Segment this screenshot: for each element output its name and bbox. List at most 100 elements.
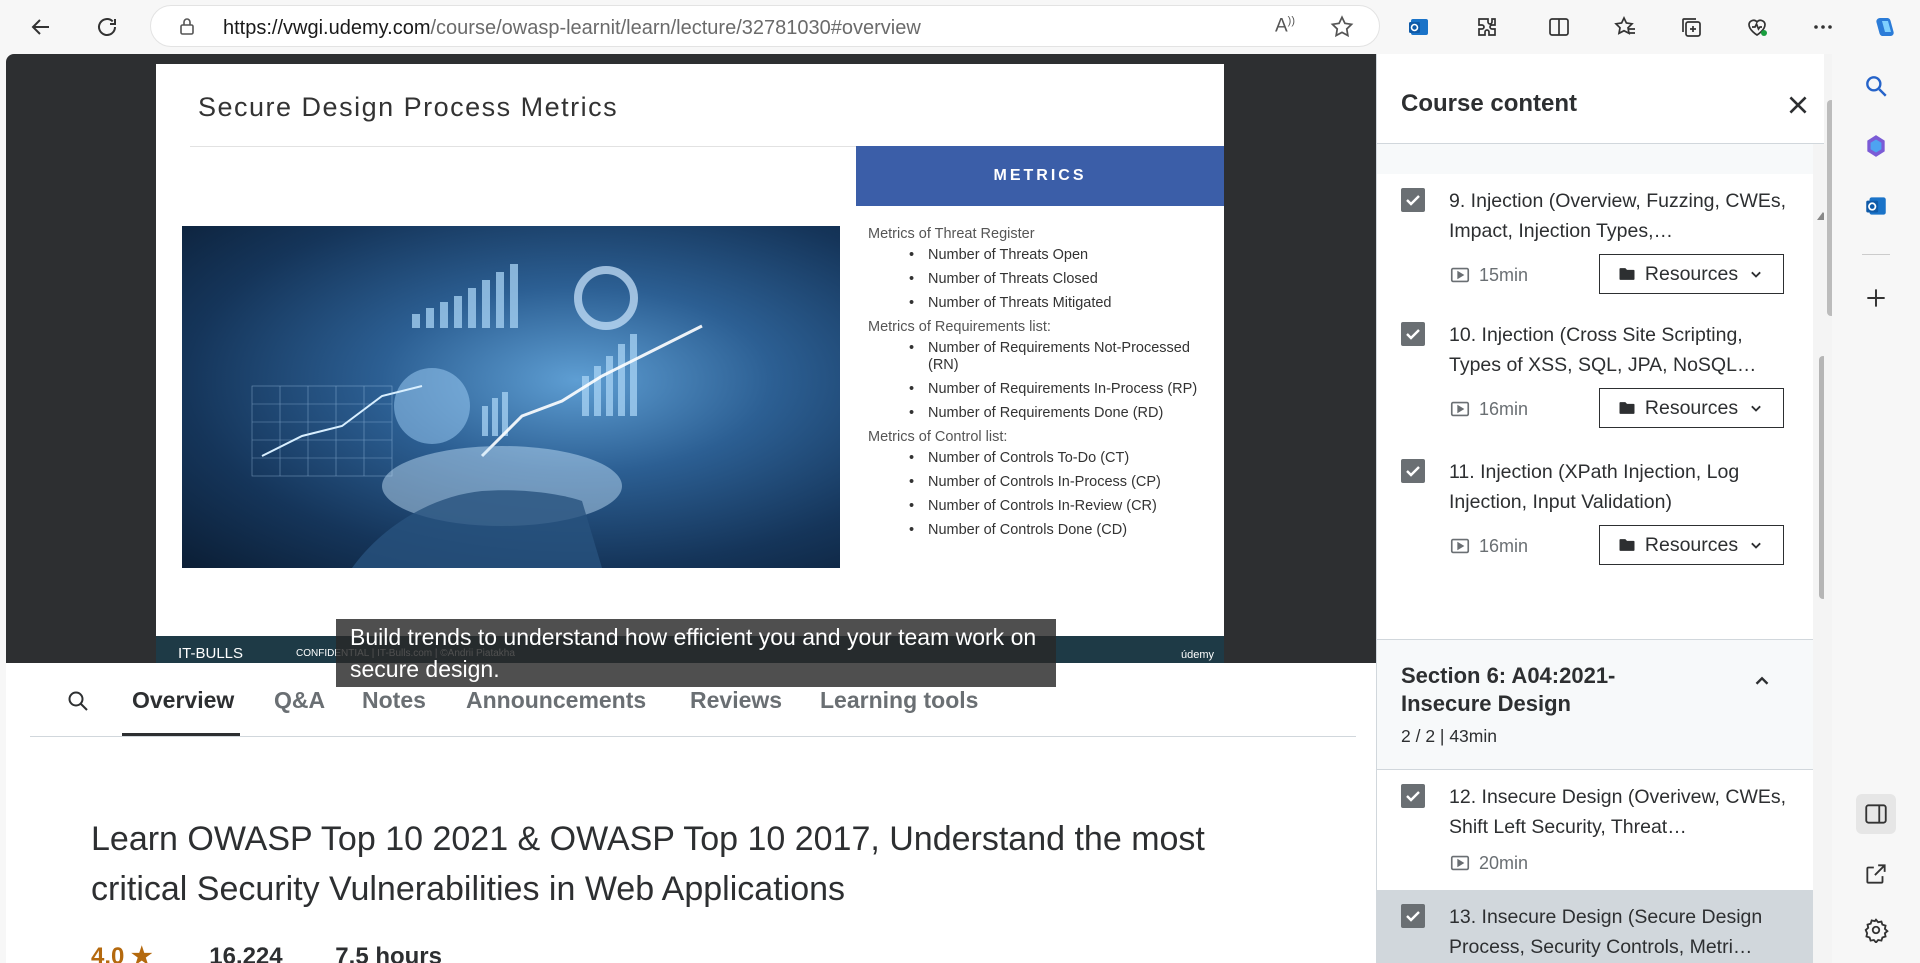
metrics-item: Number of Controls In-Process (CP) <box>909 474 1218 491</box>
current-lecture-item[interactable]: 13. Insecure Design (Secure Design Proce… <box>1377 890 1813 963</box>
lecture-duration: 16min <box>1479 535 1529 556</box>
address-bar[interactable]: https://vwgi.udemy.com/course/owasp-lear… <box>150 5 1380 47</box>
lecture-title[interactable]: 11. Injection (XPath Injection, Log Inje… <box>1449 457 1789 517</box>
sidebar-panel-toggle-icon[interactable] <box>1856 794 1896 834</box>
panel-header: Course content <box>1377 54 1832 144</box>
metrics-item: Number of Controls Done (CD) <box>909 522 1218 539</box>
check-icon <box>1406 329 1420 340</box>
lecture-item[interactable]: 11. Injection (XPath Injection, Log Inje… <box>1377 445 1813 639</box>
outlook-extension-icon[interactable] <box>1400 8 1438 46</box>
metrics-item: Number of Threats Open <box>909 247 1218 264</box>
video-icon <box>1450 401 1470 417</box>
lecture-item[interactable]: 9. Injection (Overview, Fuzzing, CWEs, I… <box>1377 174 1813 308</box>
completed-checkbox[interactable] <box>1401 784 1425 808</box>
tab-qa[interactable]: Q&A <box>274 687 325 714</box>
metrics-item: Number of Controls To-Do (CT) <box>909 450 1218 467</box>
metrics-item: Number of Controls In-Review (CR) <box>909 498 1218 515</box>
course-title: Learn OWASP Top 10 2021 & OWASP Top 10 2… <box>91 820 1205 908</box>
resources-label: Resources <box>1644 396 1739 419</box>
copilot-icon[interactable] <box>1866 8 1904 46</box>
lecture-duration: 16min <box>1479 398 1529 419</box>
tab-announcements[interactable]: Announcements <box>466 687 646 714</box>
slide-footer-udemy-logo: údemy <box>1180 649 1214 661</box>
settings-gear-icon[interactable] <box>1856 910 1896 950</box>
page-scrollbar[interactable] <box>1824 54 1832 963</box>
section-header[interactable]: Section 6: A04:2021-Insecure Design 2 / … <box>1377 639 1813 770</box>
slide-illustration-graphic <box>251 264 703 568</box>
tab-overview[interactable]: Overview <box>132 687 234 714</box>
lecture-item[interactable]: 10. Injection (Cross Site Scripting, Typ… <box>1377 308 1813 445</box>
lecture-title[interactable]: 12. Insecure Design (Overivew, CWEs, Shi… <box>1449 782 1789 842</box>
lecture-title[interactable]: 9. Injection (Overview, Fuzzing, CWEs, I… <box>1449 186 1789 246</box>
folder-icon <box>1619 402 1635 414</box>
sidebar-search-icon[interactable] <box>1856 66 1896 106</box>
tab-reviews[interactable]: Reviews <box>690 687 782 714</box>
metrics-group-title: Metrics of Threat Register <box>868 226 1035 242</box>
video-player[interactable]: Secure Design Process Metrics METRICS Me… <box>6 54 1376 687</box>
lecture-meta: 16min <box>1449 535 1528 557</box>
completed-checkbox[interactable] <box>1401 188 1425 212</box>
course-tabs: Overview Q&A Notes Announcements Reviews… <box>30 663 1356 737</box>
course-stats: 4.0 ★ 16,224 7.5 hours <box>91 942 442 963</box>
metrics-panel: METRICS Metrics of Threat Register Numbe… <box>856 146 1224 636</box>
slide-divider <box>190 146 866 147</box>
tab-notes[interactable]: Notes <box>362 687 426 714</box>
panel-title: Course content <box>1401 90 1578 117</box>
course-content-panel: Course content 9. Injection (Overview, F… <box>1376 54 1832 963</box>
completed-checkbox[interactable] <box>1401 904 1425 928</box>
resources-button[interactable]: Resources <box>1599 525 1784 565</box>
refresh-icon[interactable] <box>88 8 126 46</box>
favorites-icon[interactable] <box>1606 8 1644 46</box>
sidebar-copilot-icon[interactable] <box>1856 126 1896 166</box>
extensions-icon[interactable] <box>1468 8 1506 46</box>
split-screen-icon[interactable] <box>1540 8 1578 46</box>
metrics-item: Number of Threats Closed <box>909 271 1218 288</box>
lecture-title[interactable]: 10. Injection (Cross Site Scripting, Typ… <box>1449 320 1789 380</box>
back-icon[interactable] <box>22 8 60 46</box>
lecture-slide: Secure Design Process Metrics METRICS Me… <box>156 64 1224 663</box>
tab-learning-tools[interactable]: Learning tools <box>820 687 978 714</box>
metrics-group-title: Metrics of Control list: <box>868 429 1008 445</box>
page-scrollbar-thumb[interactable] <box>1827 100 1832 316</box>
lecture-title[interactable]: 13. Insecure Design (Secure Design Proce… <box>1449 902 1789 962</box>
page-viewport: Secure Design Process Metrics METRICS Me… <box>6 54 1832 963</box>
url-text[interactable]: https://vwgi.udemy.com/course/owasp-lear… <box>223 17 921 40</box>
lecture-meta: 20min <box>1449 852 1528 874</box>
check-icon <box>1406 195 1420 206</box>
sidebar-outlook-icon[interactable] <box>1856 186 1896 226</box>
browser-sidebar <box>1832 54 1920 963</box>
favorite-star-icon[interactable] <box>1329 14 1355 40</box>
video-icon <box>1450 538 1470 554</box>
sidebar-add-icon[interactable] <box>1856 278 1896 318</box>
more-menu-icon[interactable] <box>1804 8 1842 46</box>
open-external-icon[interactable] <box>1856 854 1896 894</box>
metrics-item: Number of Requirements In-Process (RP) <box>909 381 1218 398</box>
resources-button[interactable]: Resources <box>1599 254 1784 294</box>
collections-icon[interactable] <box>1672 8 1710 46</box>
video-icon <box>1450 855 1470 871</box>
lecture-duration: 15min <box>1479 264 1529 285</box>
lecture-item[interactable]: 12. Insecure Design (Overivew, CWEs, Shi… <box>1377 770 1813 890</box>
sidebar-divider <box>1862 254 1890 255</box>
browser-essentials-icon[interactable] <box>1738 8 1776 46</box>
read-aloud-icon[interactable]: A)) <box>1275 15 1295 37</box>
folder-icon <box>1619 539 1635 551</box>
close-icon[interactable] <box>1785 92 1811 118</box>
active-tab-indicator <box>122 733 240 736</box>
slide-illustration <box>182 226 840 568</box>
previous-section-edge <box>1377 144 1813 174</box>
lecture-list[interactable]: 9. Injection (Overview, Fuzzing, CWEs, I… <box>1377 144 1813 963</box>
lecture-meta: 16min <box>1449 398 1528 420</box>
check-icon <box>1406 911 1420 922</box>
search-icon[interactable] <box>66 689 90 713</box>
resources-button[interactable]: Resources <box>1599 388 1784 428</box>
metrics-item: Number of Threats Mitigated <box>909 295 1218 312</box>
lock-icon[interactable] <box>177 16 197 36</box>
section-progress: 2 / 2 | 43min <box>1401 726 1497 746</box>
course-students: 16,224 <box>209 943 283 963</box>
completed-checkbox[interactable] <box>1401 459 1425 483</box>
slide-title: Secure Design Process Metrics <box>198 92 619 122</box>
completed-checkbox[interactable] <box>1401 322 1425 346</box>
check-icon <box>1406 466 1420 477</box>
chevron-up-icon[interactable] <box>1751 670 1773 692</box>
